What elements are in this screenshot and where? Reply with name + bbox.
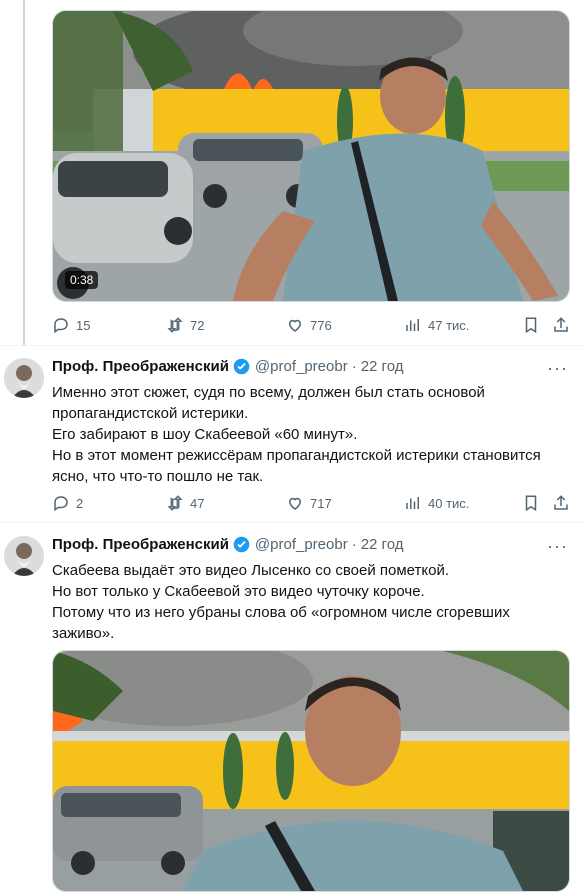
tweet-time[interactable]: 22 год bbox=[361, 536, 404, 553]
author-handle[interactable]: @prof_preobr bbox=[255, 358, 348, 375]
avatar-image bbox=[4, 358, 44, 398]
share-icon bbox=[554, 317, 568, 332]
tweet-text: Скабеева выдаёт это видео Лысенко со сво… bbox=[52, 560, 567, 644]
views-count: 47 тис. bbox=[428, 317, 470, 333]
views-icon bbox=[406, 497, 419, 509]
share-icon bbox=[554, 495, 568, 510]
retweet-button[interactable]: 72 bbox=[166, 316, 204, 334]
bookmark-button[interactable] bbox=[522, 494, 540, 512]
divider bbox=[0, 345, 582, 346]
verified-badge-icon bbox=[233, 536, 250, 553]
like-count: 717 bbox=[310, 495, 332, 511]
retweet-count: 47 bbox=[190, 495, 205, 511]
video-frame-image bbox=[53, 651, 569, 891]
tweet-line: Но в этот момент режиссёрам пропагандист… bbox=[52, 447, 541, 485]
divider bbox=[0, 522, 582, 523]
separator: · bbox=[351, 358, 357, 375]
author-handle[interactable]: @prof_preobr bbox=[255, 536, 348, 553]
retweet-button[interactable]: 47 bbox=[166, 494, 204, 512]
bookmark-icon bbox=[525, 495, 537, 512]
views-button[interactable]: 47 тис. bbox=[404, 316, 469, 334]
views-button[interactable]: 40 тис. bbox=[404, 494, 469, 512]
reply-button[interactable]: 15 bbox=[52, 316, 90, 334]
reply-count: 2 bbox=[76, 495, 84, 511]
tweet-line: Но вот только у Скабеевой это видео чуто… bbox=[52, 583, 425, 600]
tweet-header: Проф. Преображенский @prof_preobr · 22 г… bbox=[52, 536, 403, 553]
more-options-icon[interactable]: ··· bbox=[547, 536, 568, 557]
verified-badge bbox=[233, 358, 250, 375]
tweet-header: Проф. Преображенский @prof_preobr · 22 г… bbox=[52, 358, 403, 375]
avatar-image bbox=[4, 536, 44, 576]
like-count: 776 bbox=[310, 317, 332, 333]
video-duration: 0:38 bbox=[65, 271, 99, 289]
share-button[interactable] bbox=[552, 494, 570, 512]
like-icon bbox=[288, 319, 302, 332]
views-icon bbox=[406, 319, 419, 331]
verified-badge-icon bbox=[233, 358, 250, 375]
more-options-icon[interactable]: ··· bbox=[547, 358, 568, 379]
reply-count: 15 bbox=[76, 317, 91, 333]
author-avatar[interactable] bbox=[4, 358, 44, 398]
tweet-line: Именно этот сюжет, судя по всему, должен… bbox=[52, 384, 485, 422]
tweet-2-video[interactable] bbox=[52, 650, 570, 892]
views-count: 40 тис. bbox=[428, 495, 470, 511]
retweet-count: 72 bbox=[190, 317, 205, 333]
tweet-time[interactable]: 22 год bbox=[361, 358, 404, 375]
author-name[interactable]: Проф. Преображенский bbox=[52, 536, 229, 553]
like-icon bbox=[288, 497, 302, 510]
separator: · bbox=[351, 536, 357, 553]
tweet-line: Потому что из него убраны слова об «огро… bbox=[52, 604, 510, 642]
reply-icon bbox=[54, 318, 68, 334]
author-name[interactable]: Проф. Преображенский bbox=[52, 358, 229, 375]
tweet-line: Его забирают в шоу Скабеевой «60 минут». bbox=[52, 426, 358, 443]
thread-line bbox=[23, 0, 25, 345]
share-button[interactable] bbox=[552, 316, 570, 334]
bookmark-icon bbox=[525, 317, 537, 334]
tweet-text: Именно этот сюжет, судя по всему, должен… bbox=[52, 382, 567, 487]
video-frame-image bbox=[53, 11, 569, 301]
bookmark-button[interactable] bbox=[522, 316, 540, 334]
retweet-icon bbox=[167, 317, 183, 333]
reply-button[interactable]: 2 bbox=[52, 494, 83, 512]
reply-icon bbox=[54, 496, 68, 512]
tweet-actions-1: 2 47 717 40 тис. bbox=[52, 493, 572, 513]
top-video[interactable]: 0:38 bbox=[52, 10, 570, 302]
tweet-2[interactable]: Проф. Преображенский @prof_preobr · 22 г… bbox=[0, 536, 582, 646]
verified-badge bbox=[233, 536, 250, 553]
author-avatar[interactable] bbox=[4, 536, 44, 576]
tweet-actions-top: 15 72 776 47 тис. bbox=[52, 315, 572, 335]
like-button[interactable]: 776 bbox=[286, 316, 332, 334]
retweet-icon bbox=[167, 495, 183, 511]
like-button[interactable]: 717 bbox=[286, 494, 332, 512]
tweet-line: Скабеева выдаёт это видео Лысенко со сво… bbox=[52, 562, 450, 579]
